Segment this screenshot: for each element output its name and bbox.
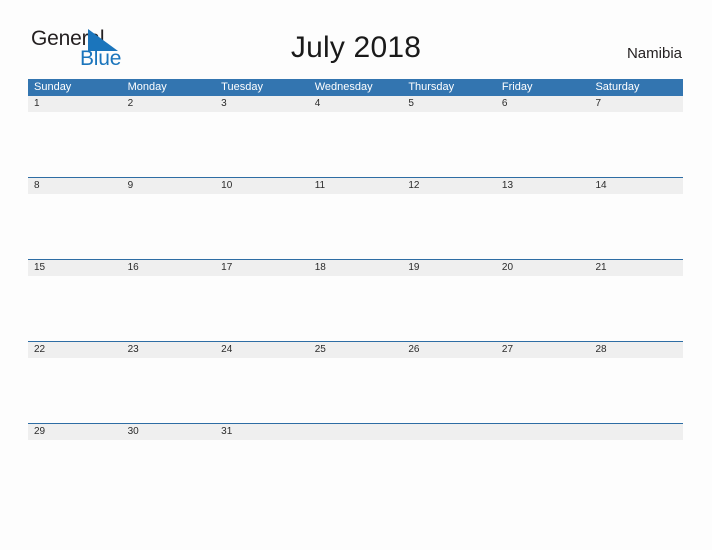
- day-cell-date[interactable]: 12: [402, 178, 496, 194]
- day-cell-date[interactable]: 19: [402, 260, 496, 276]
- date-band: 15 16 17 18 19 20 21: [28, 260, 683, 276]
- week-note-area[interactable]: [28, 112, 683, 176]
- date-band: 22 23 24 25 26 27 28: [28, 342, 683, 358]
- week-note-area[interactable]: [28, 440, 683, 504]
- day-cell-date[interactable]: [589, 424, 683, 440]
- day-cell-date[interactable]: 17: [215, 260, 309, 276]
- day-cell-date[interactable]: 24: [215, 342, 309, 358]
- day-cell-date[interactable]: 26: [402, 342, 496, 358]
- week-note-area[interactable]: [28, 358, 683, 422]
- day-cell-date[interactable]: 21: [589, 260, 683, 276]
- weekday-header-sunday: Sunday: [34, 81, 72, 93]
- country-label: Namibia: [626, 45, 682, 62]
- page-title: July 2018: [290, 31, 422, 64]
- day-cell-date[interactable]: 23: [122, 342, 216, 358]
- day-cell-date[interactable]: [309, 424, 403, 440]
- date-band: 29 30 31: [28, 424, 683, 440]
- day-cell-date[interactable]: 28: [589, 342, 683, 358]
- weekday-header-saturday: Saturday: [595, 81, 640, 93]
- weekday-header-wednesday: Wednesday: [314, 81, 373, 93]
- week-note-area[interactable]: [28, 276, 683, 340]
- day-cell-date[interactable]: 1: [28, 96, 122, 112]
- day-cell-date[interactable]: 20: [496, 260, 590, 276]
- day-cell-date[interactable]: 11: [309, 178, 403, 194]
- week-row: 15 16 17 18 19 20 21: [28, 259, 683, 341]
- day-cell-date[interactable]: 10: [215, 178, 309, 194]
- calendar-page: General Blue July 2018 Namibia Sunday Mo…: [0, 0, 712, 550]
- day-cell-date[interactable]: 4: [309, 96, 403, 112]
- day-cell-date[interactable]: 16: [122, 260, 216, 276]
- day-cell-date[interactable]: 8: [28, 178, 122, 194]
- weekday-header-friday: Friday: [501, 81, 533, 93]
- day-cell-date[interactable]: 18: [309, 260, 403, 276]
- week-note-area[interactable]: [28, 194, 683, 258]
- weekday-header-tuesday: Tuesday: [221, 81, 263, 93]
- day-cell-date[interactable]: 25: [309, 342, 403, 358]
- day-cell-date[interactable]: 29: [28, 424, 122, 440]
- day-cell-date[interactable]: 30: [122, 424, 216, 440]
- day-cell-date[interactable]: 22: [28, 342, 122, 358]
- day-cell-date[interactable]: 13: [496, 178, 590, 194]
- day-cell-date[interactable]: 15: [28, 260, 122, 276]
- day-cell-date[interactable]: [496, 424, 590, 440]
- calendar-grid: Sunday Monday Tuesday Wednesday Thursday…: [28, 79, 683, 505]
- day-cell-date[interactable]: 7: [589, 96, 683, 112]
- day-cell-date[interactable]: 31: [215, 424, 309, 440]
- day-cell-date[interactable]: 27: [496, 342, 590, 358]
- day-cell-date[interactable]: 3: [215, 96, 309, 112]
- day-cell-date[interactable]: 14: [589, 178, 683, 194]
- page-header: General Blue July 2018 Namibia: [0, 0, 712, 78]
- day-cell-date[interactable]: 5: [402, 96, 496, 112]
- day-cell-date[interactable]: [402, 424, 496, 440]
- date-band: 8 9 10 11 12 13 14: [28, 178, 683, 194]
- weekday-header-row: Sunday Monday Tuesday Wednesday Thursday…: [28, 79, 683, 96]
- weekday-header-thursday: Thursday: [408, 81, 455, 93]
- day-cell-date[interactable]: 2: [122, 96, 216, 112]
- week-row: 1 2 3 4 5 6 7: [28, 96, 683, 177]
- weekday-header-monday: Monday: [127, 81, 167, 93]
- day-cell-date[interactable]: 6: [496, 96, 590, 112]
- week-row: 8 9 10 11 12 13 14: [28, 177, 683, 259]
- day-cell-date[interactable]: 9: [122, 178, 216, 194]
- week-row: 22 23 24 25 26 27 28: [28, 341, 683, 423]
- week-row: 29 30 31: [28, 423, 683, 505]
- date-band: 1 2 3 4 5 6 7: [28, 96, 683, 112]
